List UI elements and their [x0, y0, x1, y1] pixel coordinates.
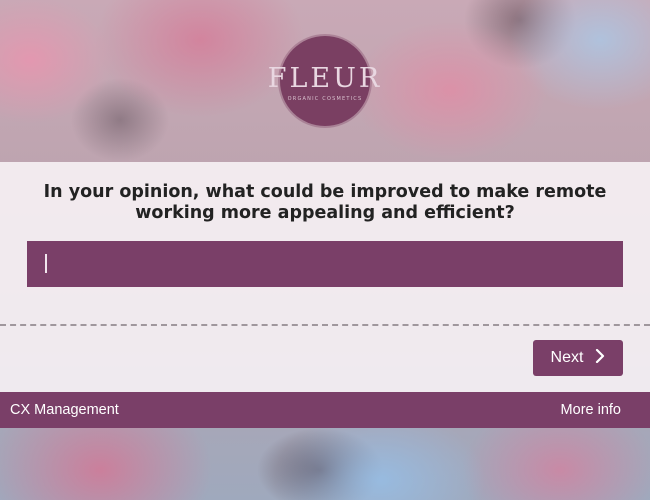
- chevron-right-icon: [595, 348, 605, 367]
- question-line-1: In your opinion, what could be improved …: [43, 182, 607, 202]
- more-info-link[interactable]: More info: [561, 402, 621, 418]
- next-button[interactable]: Next: [533, 340, 623, 376]
- dashed-divider: [0, 324, 650, 326]
- logo-word: FLEUR: [267, 62, 383, 94]
- text-cursor: [45, 254, 47, 273]
- next-button-label: Next: [550, 349, 584, 366]
- question-line-2: working more appealing and efficient?: [135, 203, 515, 223]
- fleur-logo: FLEUR ORGANIC COSMETICS: [268, 36, 379, 126]
- footer-brand-text: CX Management: [10, 402, 119, 418]
- answer-input[interactable]: [27, 241, 623, 287]
- question-text: In your opinion, what could be improved …: [0, 182, 650, 224]
- footer-bar: CX Management More info: [0, 392, 650, 428]
- logo-tagline: ORGANIC COSMETICS: [287, 95, 363, 102]
